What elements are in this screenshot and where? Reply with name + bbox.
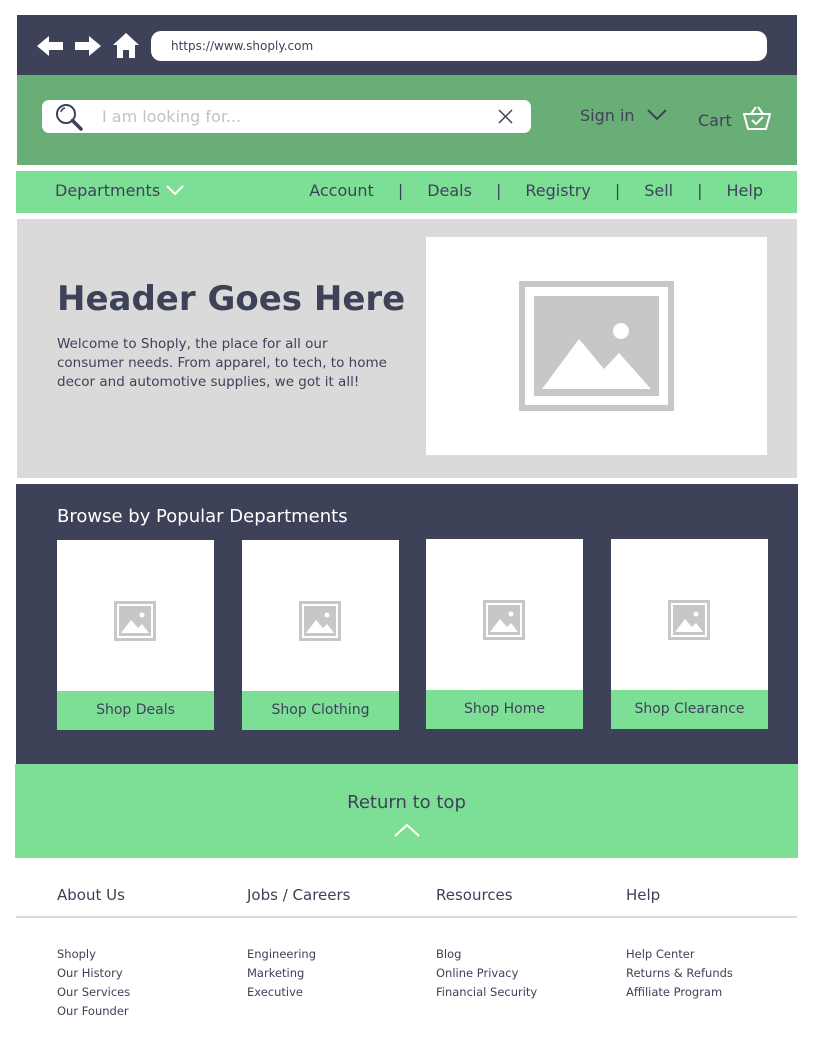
footer-link[interactable]: Help Center [626, 945, 806, 964]
section-title: Browse by Popular Departments [57, 506, 348, 527]
hero-title: Header Goes Here [57, 279, 406, 319]
nav-link-registry[interactable]: Registry [525, 181, 591, 200]
footer-link[interactable]: Shoply [57, 945, 237, 964]
sign-in-button[interactable]: Sign in [580, 106, 667, 125]
footer-link[interactable]: Financial Security [436, 983, 616, 1002]
nav-separator: | [697, 181, 703, 200]
card-label: Shop Clothing [242, 691, 399, 730]
footer-column-help: Help Help Center Returns & Refunds Affil… [626, 886, 806, 1002]
nav-link-account[interactable]: Account [309, 181, 374, 200]
footer-link[interactable]: Executive [247, 983, 427, 1002]
search-box[interactable] [42, 100, 531, 133]
nav-separator: | [495, 181, 502, 200]
image-placeholder-icon [483, 600, 525, 640]
footer-link[interactable]: Returns & Refunds [626, 964, 806, 983]
footer-link[interactable]: Marketing [247, 964, 427, 983]
footer-heading: About Us [57, 886, 125, 904]
browse-departments: Browse by Popular Departments Shop Deals… [16, 484, 798, 764]
footer-heading: Jobs / Careers [247, 886, 351, 904]
footer-heading: Resources [436, 886, 513, 904]
chevron-down-icon [166, 181, 184, 200]
card-label: Shop Home [426, 690, 583, 729]
departments-label: Departments [55, 181, 161, 200]
search-icon[interactable] [54, 102, 84, 132]
image-placeholder-icon [299, 601, 341, 641]
card-label: Shop Deals [57, 691, 214, 730]
footer-link[interactable]: Our Services [57, 983, 237, 1002]
department-card-deals[interactable]: Shop Deals [57, 540, 214, 730]
nav-links: Account | Deals | Registry | Sell | Help [309, 181, 763, 200]
footer: About Us Shoply Our History Our Services… [16, 858, 797, 1048]
cart-button[interactable]: Cart [698, 105, 772, 135]
nav-link-help[interactable]: Help [727, 181, 763, 200]
image-placeholder-icon [114, 601, 156, 641]
department-card-home[interactable]: Shop Home [426, 539, 583, 729]
departments-dropdown[interactable]: Departments [55, 181, 184, 200]
card-label: Shop Clearance [611, 690, 768, 729]
department-card-clearance[interactable]: Shop Clearance [611, 539, 768, 729]
footer-column-resources: Resources Blog Online Privacy Financial … [436, 886, 616, 1002]
footer-heading: Help [626, 886, 661, 904]
footer-link[interactable]: Our History [57, 964, 237, 983]
department-card-clothing[interactable]: Shop Clothing [242, 540, 399, 730]
browser-toolbar: https://www.shoply.com [17, 15, 797, 75]
footer-link[interactable]: Our Founder [57, 1002, 237, 1021]
chevron-down-icon [646, 106, 667, 125]
footer-link[interactable]: Engineering [247, 945, 427, 964]
footer-link[interactable]: Blog [436, 945, 616, 964]
hero-image [426, 237, 767, 455]
cart-label: Cart [698, 110, 732, 130]
nav-separator: | [397, 181, 404, 200]
site-header: Sign in Cart [17, 75, 797, 165]
sign-in-label: Sign in [580, 106, 635, 125]
return-to-top[interactable]: Return to top [15, 764, 798, 858]
basket-icon [742, 105, 772, 135]
image-placeholder-icon [668, 600, 710, 640]
back-arrow-icon[interactable] [35, 33, 65, 59]
close-icon[interactable] [497, 108, 514, 125]
image-placeholder-icon [519, 281, 674, 411]
nav-link-deals[interactable]: Deals [427, 181, 472, 200]
footer-link[interactable]: Online Privacy [436, 964, 616, 983]
chevron-up-icon [394, 823, 420, 837]
search-input[interactable] [102, 100, 482, 133]
forward-arrow-icon[interactable] [73, 33, 103, 59]
hero-text: Welcome to Shoply, the place for all our… [57, 336, 387, 390]
main-nav: Departments Account | Deals | Registry |… [16, 171, 797, 213]
url-bar[interactable]: https://www.shoply.com [151, 31, 767, 61]
nav-separator: | [614, 181, 621, 200]
nav-link-sell[interactable]: Sell [644, 181, 673, 200]
home-icon[interactable] [111, 31, 141, 59]
return-to-top-label: Return to top [347, 792, 466, 813]
hero-banner: Header Goes Here Welcome to Shoply, the … [17, 219, 797, 478]
footer-link[interactable]: Affiliate Program [626, 983, 806, 1002]
footer-column-careers: Jobs / Careers Engineering Marketing Exe… [247, 886, 427, 1002]
footer-column-about: About Us Shoply Our History Our Services… [57, 886, 237, 1021]
